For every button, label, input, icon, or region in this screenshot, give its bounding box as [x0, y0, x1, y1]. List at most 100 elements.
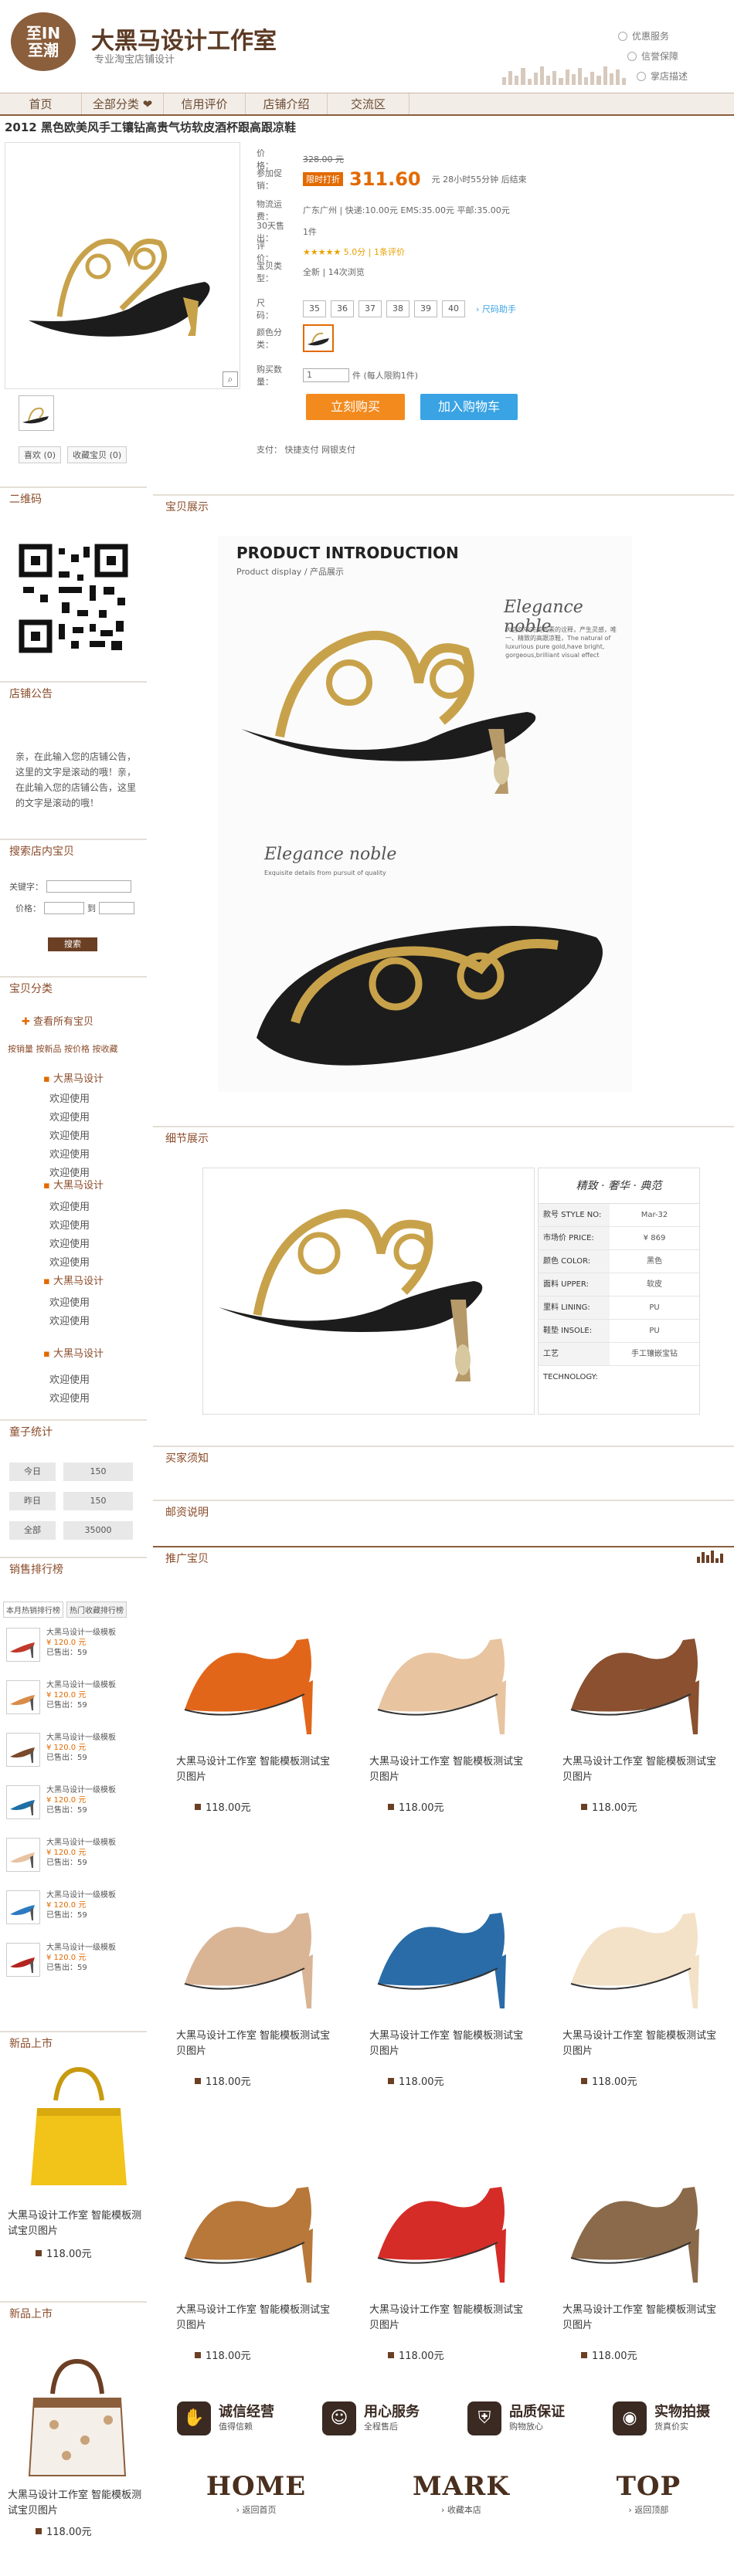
product-card[interactable]: 大黑马设计工作室 智能模板测试宝贝图片 118.00元	[351, 1585, 536, 1859]
sidebar-search-button[interactable]: 搜索	[48, 937, 97, 951]
subcategory-item[interactable]: 欢迎使用	[49, 1198, 90, 1213]
product-thumbnail[interactable]	[19, 395, 54, 431]
product-card[interactable]: 大黑马设计工作室 智能模板测试宝贝图片 118.00元	[544, 1585, 729, 1859]
favorite-button[interactable]: 收藏宝贝 (0)	[67, 446, 127, 463]
rank-item-image[interactable]	[6, 1680, 40, 1714]
price-max-input[interactable]	[99, 902, 134, 914]
product-card-name[interactable]: 大黑马设计工作室 智能模板测试宝贝图片	[176, 2303, 331, 2334]
subcategory-item[interactable]: 欢迎使用	[49, 1235, 90, 1250]
product-card-image[interactable]	[161, 2142, 339, 2289]
new-item-image[interactable]	[25, 2062, 133, 2193]
rank-item[interactable]: 大黑马设计一级模板 ¥ 120.0 元已售出：59	[6, 1890, 145, 1930]
product-card-image[interactable]	[548, 2142, 726, 2289]
rank-tab-fav[interactable]: 热门收藏排行榜	[66, 1602, 127, 1618]
rank-item-image[interactable]	[6, 1628, 40, 1662]
size-option[interactable]: 40	[442, 300, 465, 317]
rank-item-image[interactable]	[6, 1838, 40, 1872]
category-group-4[interactable]: ▪ 大黑马设计	[43, 1345, 104, 1360]
product-card-name[interactable]: 大黑马设计工作室 智能模板测试宝贝图片	[562, 1754, 717, 1785]
category-group-1[interactable]: ▪ 大黑马设计	[43, 1070, 104, 1085]
rank-item[interactable]: 大黑马设计一级模板 ¥ 120.0 元已售出：59	[6, 1733, 145, 1773]
size-option[interactable]: 38	[386, 300, 409, 317]
rank-item-image[interactable]	[6, 1943, 40, 1977]
rank-item[interactable]: 大黑马设计一级模板 ¥ 120.0 元已售出：59	[6, 1628, 145, 1668]
size-option[interactable]: 36	[331, 300, 354, 317]
size-helper-link[interactable]: › 尺码助手	[476, 303, 516, 315]
nav-home[interactable]: 首页	[0, 93, 82, 114]
size-option[interactable]: 35	[303, 300, 326, 317]
keyword-input[interactable]	[46, 880, 131, 893]
nav-credit[interactable]: 信用评价	[164, 93, 246, 114]
rank-item-name[interactable]: 大黑马设计一级模板	[46, 1890, 116, 1900]
header-link-desc[interactable]: 掌店描述	[637, 69, 688, 83]
product-card[interactable]: 大黑马设计工作室 智能模板测试宝贝图片 118.00元	[351, 2133, 536, 2407]
product-card-name[interactable]: 大黑马设计工作室 智能模板测试宝贝图片	[176, 1754, 331, 1785]
footer-top-link[interactable]: TOP › 返回顶部	[617, 2471, 681, 2533]
product-card[interactable]: 大黑马设计工作室 智能模板测试宝贝图片 118.00元	[544, 1859, 729, 2133]
product-card-image[interactable]	[355, 2142, 532, 2289]
product-card-image[interactable]	[161, 1868, 339, 2015]
category-group-3[interactable]: ▪ 大黑马设计	[43, 1273, 104, 1287]
all-items-link[interactable]: ✚ 查看所有宝贝	[22, 1013, 93, 1028]
zoom-icon[interactable]: ⌕	[223, 371, 238, 387]
size-option[interactable]: 39	[414, 300, 437, 317]
product-card-name[interactable]: 大黑马设计工作室 智能模板测试宝贝图片	[562, 2303, 717, 2334]
nav-all-categories[interactable]: 全部分类 ❤	[82, 93, 164, 114]
product-card[interactable]: 大黑马设计工作室 智能模板测试宝贝图片 118.00元	[544, 2133, 729, 2407]
rank-item-name[interactable]: 大黑马设计一级模板	[46, 1943, 116, 1953]
subcategory-item[interactable]: 欢迎使用	[49, 1294, 90, 1309]
rank-item[interactable]: 大黑马设计一级模板 ¥ 120.0 元已售出：59	[6, 1680, 145, 1720]
rank-item-name[interactable]: 大黑马设计一级模板	[46, 1785, 116, 1795]
new-item-image-2[interactable]	[23, 2355, 131, 2479]
nav-shop-intro[interactable]: 店铺介绍	[246, 93, 328, 114]
product-card-image[interactable]	[548, 1868, 726, 2015]
product-card[interactable]: 大黑马设计工作室 智能模板测试宝贝图片 118.00元	[158, 2133, 343, 2407]
category-group-2[interactable]: ▪ 大黑马设计	[43, 1177, 104, 1191]
product-card[interactable]: 大黑马设计工作室 智能模板测试宝贝图片 118.00元	[158, 1585, 343, 1859]
subcategory-item[interactable]: 欢迎使用	[49, 1090, 90, 1105]
rank-item[interactable]: 大黑马设计一级模板 ¥ 120.0 元已售出：59	[6, 1943, 145, 1983]
size-option[interactable]: 37	[359, 300, 382, 317]
subcategory-item[interactable]: 欢迎使用	[49, 1313, 90, 1327]
product-card-image[interactable]	[355, 1868, 532, 2015]
buy-now-button[interactable]: 立刻购买	[306, 394, 405, 420]
price-min-input[interactable]	[44, 902, 84, 914]
rank-item-name[interactable]: 大黑马设计一级模板	[46, 1680, 116, 1690]
subcategory-item[interactable]: 欢迎使用	[49, 1254, 90, 1269]
footer-mark-link[interactable]: MARK › 收藏本店	[413, 2471, 510, 2533]
product-card-name[interactable]: 大黑马设计工作室 智能模板测试宝贝图片	[369, 1754, 524, 1785]
rank-tab-month[interactable]: 本月热销排行榜	[3, 1602, 63, 1618]
rank-item-name[interactable]: 大黑马设计一级模板	[46, 1838, 116, 1848]
add-to-cart-button[interactable]: 加入购物车	[420, 394, 518, 420]
new-item-name[interactable]: 大黑马设计工作室 智能模板测试宝贝图片	[8, 2208, 143, 2239]
sort-links[interactable]: 按销量 按新品 按价格 按收藏	[8, 1042, 118, 1055]
product-image[interactable]: ⌕	[5, 142, 240, 389]
product-card-image[interactable]	[548, 1594, 726, 1740]
subcategory-item[interactable]: 欢迎使用	[49, 1109, 90, 1124]
subcategory-item[interactable]: 欢迎使用	[49, 1146, 90, 1161]
subcategory-item[interactable]: 欢迎使用	[49, 1371, 90, 1386]
product-card-name[interactable]: 大黑马设计工作室 智能模板测试宝贝图片	[369, 2303, 524, 2334]
rank-item-image[interactable]	[6, 1785, 40, 1819]
product-card-name[interactable]: 大黑马设计工作室 智能模板测试宝贝图片	[369, 2029, 524, 2059]
product-card-image[interactable]	[355, 1594, 532, 1740]
rank-item-name[interactable]: 大黑马设计一级模板	[46, 1733, 116, 1743]
header-link-discount[interactable]: 优惠服务	[618, 29, 669, 42]
subcategory-item[interactable]: 欢迎使用	[49, 1390, 90, 1405]
product-card-name[interactable]: 大黑马设计工作室 智能模板测试宝贝图片	[176, 2029, 331, 2059]
rank-item[interactable]: 大黑马设计一级模板 ¥ 120.0 元已售出：59	[6, 1785, 145, 1825]
color-swatch[interactable]	[303, 324, 334, 352]
qty-input[interactable]: 1	[303, 368, 349, 382]
product-card[interactable]: 大黑马设计工作室 智能模板测试宝贝图片 118.00元	[158, 1859, 343, 2133]
header-link-credit[interactable]: 信誉保障	[627, 49, 678, 63]
subcategory-item[interactable]: 欢迎使用	[49, 1217, 90, 1232]
product-card-name[interactable]: 大黑马设计工作室 智能模板测试宝贝图片	[562, 2029, 717, 2059]
like-button[interactable]: 喜欢 (0)	[19, 446, 62, 463]
footer-home-link[interactable]: HOME › 返回首页	[206, 2471, 306, 2533]
product-card-image[interactable]	[161, 1594, 339, 1740]
subcategory-item[interactable]: 欢迎使用	[49, 1127, 90, 1142]
product-card[interactable]: 大黑马设计工作室 智能模板测试宝贝图片 118.00元	[351, 1859, 536, 2133]
new-item-name-2[interactable]: 大黑马设计工作室 智能模板测试宝贝图片	[8, 2488, 143, 2519]
shop-logo[interactable]: 至IN 至潮	[11, 12, 76, 71]
rank-item-name[interactable]: 大黑马设计一级模板	[46, 1628, 116, 1638]
